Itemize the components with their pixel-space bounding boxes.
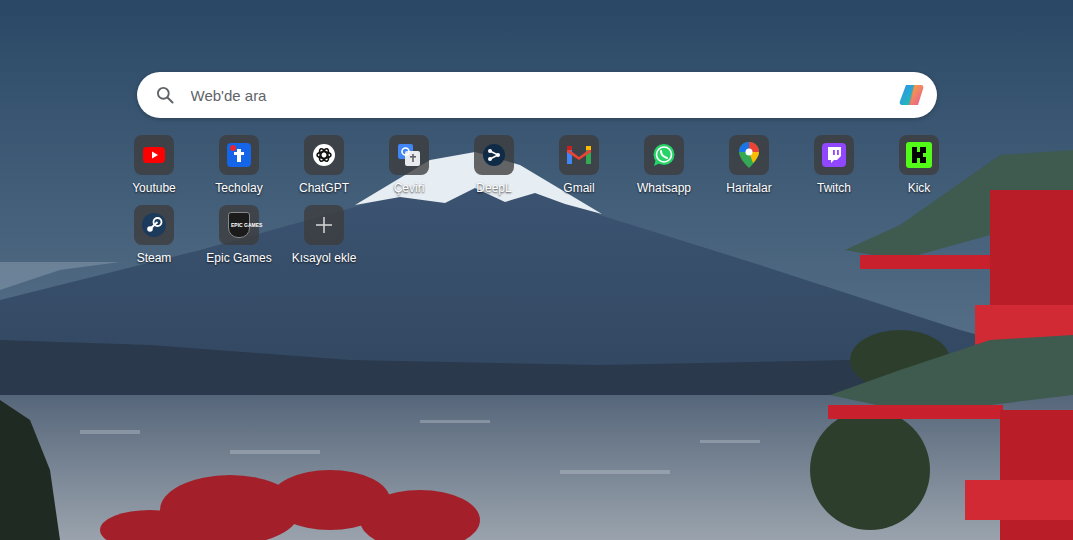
shortcut-label[interactable]: Epic Games xyxy=(206,251,271,265)
techolay-icon xyxy=(219,135,259,175)
shortcut-tile[interactable]: Çeviri xyxy=(367,135,452,195)
shortcut-label[interactable]: Twitch xyxy=(817,181,851,195)
translate-icon xyxy=(389,135,429,175)
youtube-icon xyxy=(134,135,174,175)
twitch-icon xyxy=(814,135,854,175)
shortcut-label[interactable]: Çeviri xyxy=(394,181,425,195)
search-input[interactable] xyxy=(189,86,883,105)
add-shortcut-tile[interactable]: Kısayol ekle xyxy=(282,205,367,265)
epic-shield: EPIC GAMES xyxy=(228,212,250,238)
shortcut-label[interactable]: Techolay xyxy=(215,181,262,195)
shortcut-tile[interactable]: EPIC GAMES Epic Games xyxy=(197,205,282,265)
shortcut-tile[interactable]: Kick xyxy=(877,135,962,195)
shortcut-label[interactable]: Gmail xyxy=(563,181,594,195)
kick-icon xyxy=(899,135,939,175)
shortcut-tile[interactable]: Steam xyxy=(112,205,197,265)
shortcut-grid: Youtube Techolay ChatGPT Çeviri DeepL Gmail Wh… xyxy=(112,135,962,265)
copilot-icon[interactable] xyxy=(897,80,927,110)
shortcut-label[interactable]: Youtube xyxy=(132,181,176,195)
plus-icon xyxy=(304,205,344,245)
deepl-icon xyxy=(474,135,514,175)
chatgpt-icon xyxy=(304,135,344,175)
shortcut-label[interactable]: DeepL xyxy=(476,181,511,195)
shortcut-tile[interactable]: Gmail xyxy=(537,135,622,195)
steam-icon xyxy=(134,205,174,245)
epic-games-icon: EPIC GAMES xyxy=(219,205,259,245)
shortcut-label[interactable]: ChatGPT xyxy=(299,181,349,195)
search-icon xyxy=(155,85,175,105)
shortcut-tile[interactable]: DeepL xyxy=(452,135,537,195)
gmail-icon xyxy=(559,135,599,175)
shortcut-label[interactable]: Whatsapp xyxy=(637,181,691,195)
maps-icon xyxy=(729,135,769,175)
shortcut-tile[interactable]: Twitch xyxy=(792,135,877,195)
shortcut-label[interactable]: Kick xyxy=(908,181,931,195)
shortcut-label[interactable]: Steam xyxy=(137,251,172,265)
shortcut-tile[interactable]: Whatsapp xyxy=(622,135,707,195)
logo-text: EPIC GAMES xyxy=(231,223,247,228)
search-bar[interactable] xyxy=(137,72,937,118)
shortcut-tile[interactable]: Youtube xyxy=(112,135,197,195)
shortcut-tile[interactable]: Haritalar xyxy=(707,135,792,195)
shortcut-tile[interactable]: Techolay xyxy=(197,135,282,195)
shortcut-label[interactable]: Haritalar xyxy=(726,181,771,195)
shortcut-tile[interactable]: ChatGPT xyxy=(282,135,367,195)
shortcut-label[interactable]: Kısayol ekle xyxy=(292,251,357,265)
whatsapp-icon xyxy=(644,135,684,175)
